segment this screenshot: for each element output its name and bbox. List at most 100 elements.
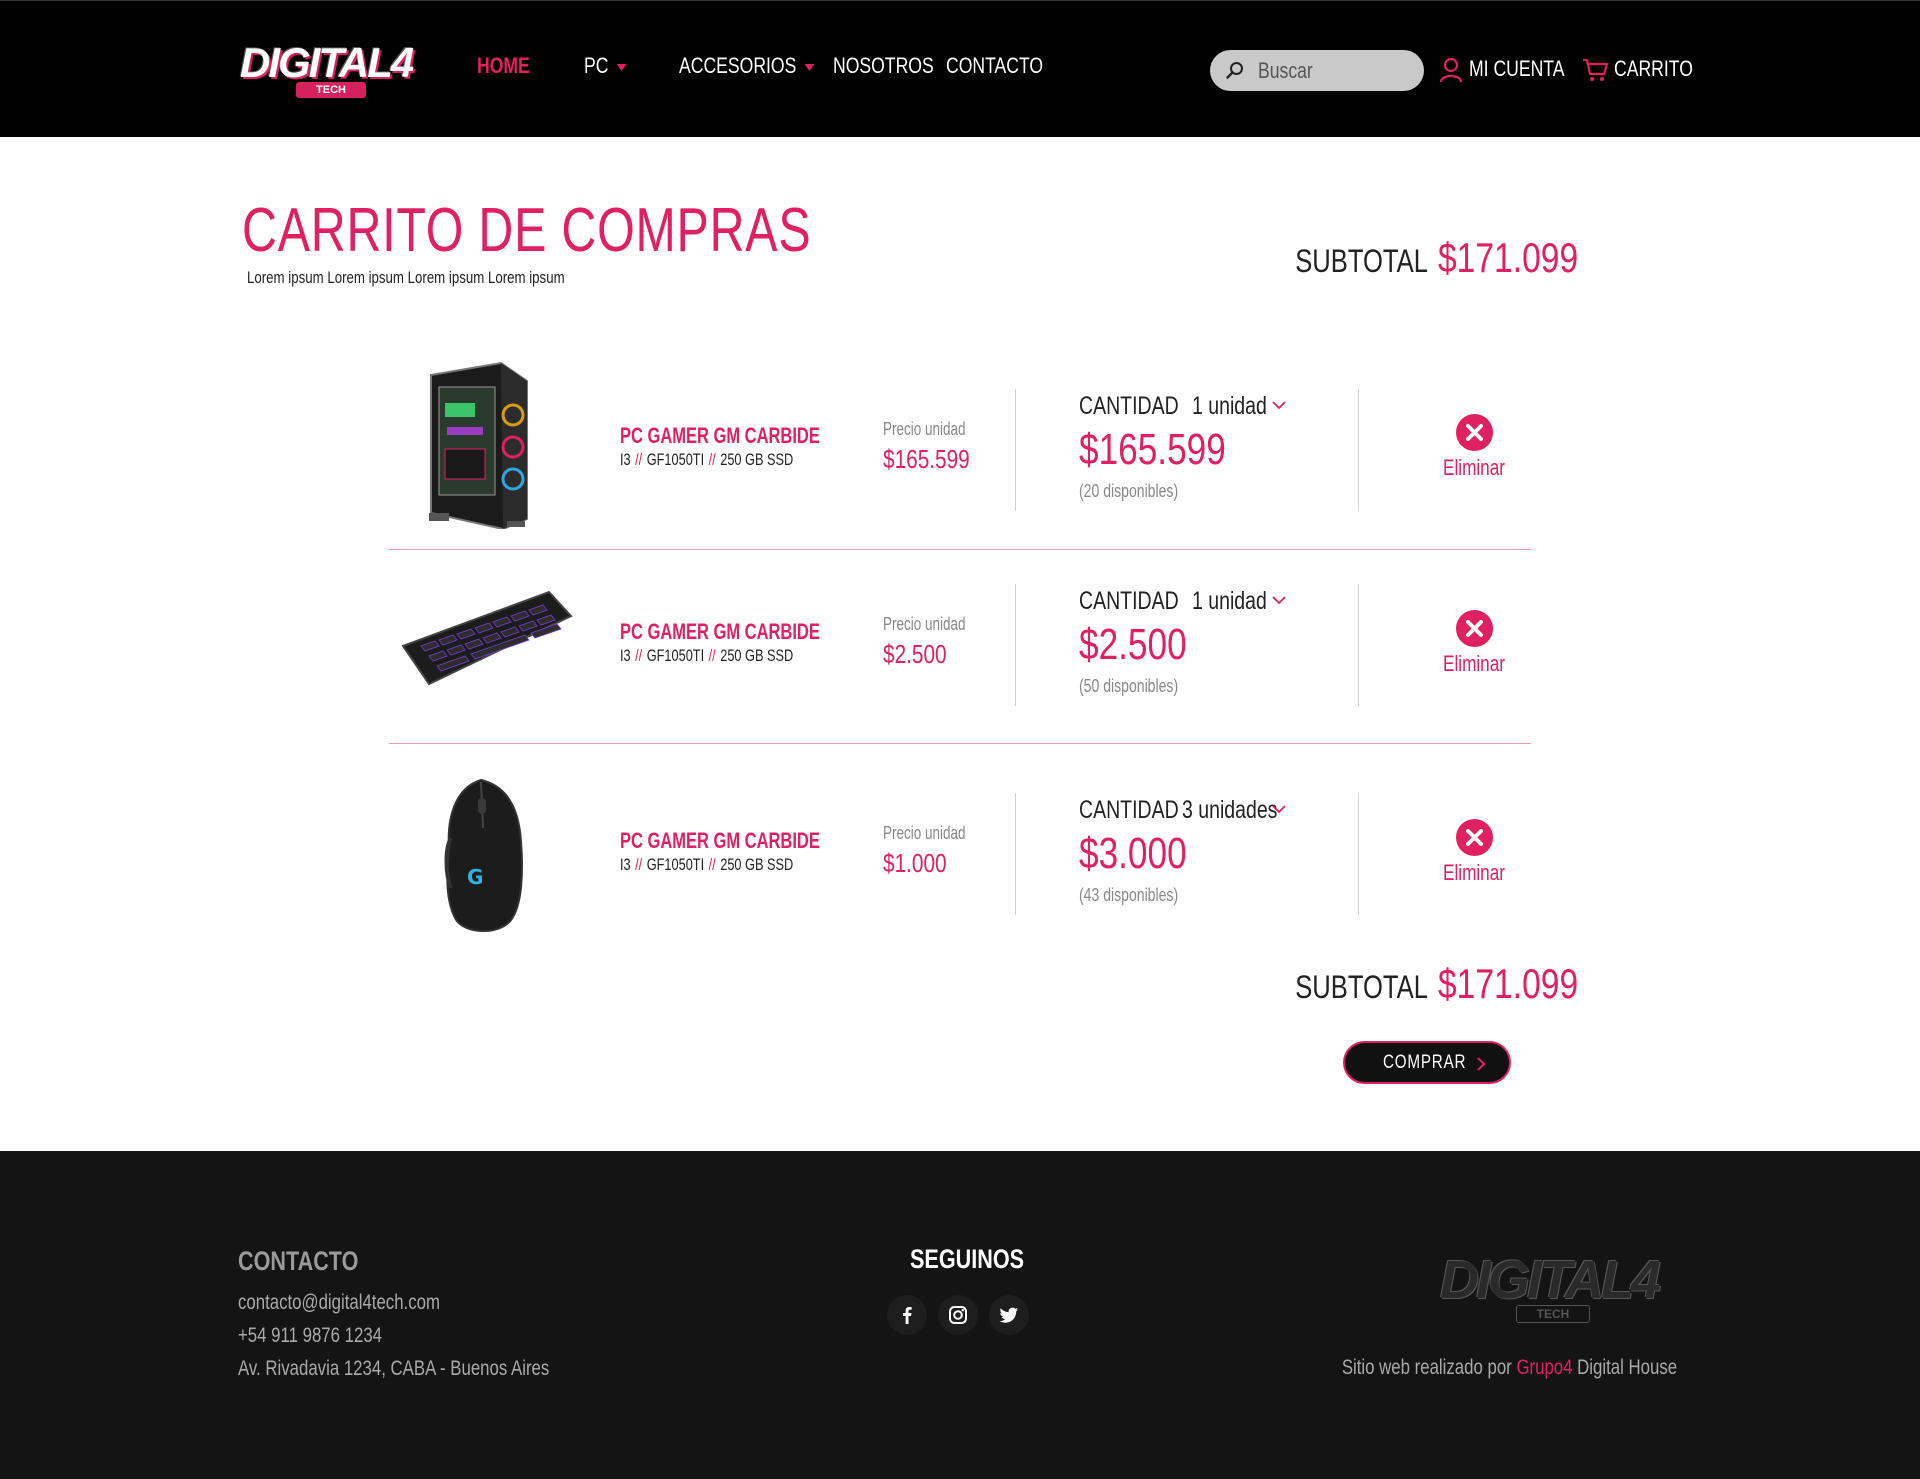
divider (1358, 793, 1359, 915)
nav-pc[interactable]: PC (584, 53, 627, 79)
quantity-value: 3 unidades (1182, 796, 1278, 824)
footer-contact-title: CONTACTO (238, 1246, 359, 1276)
caret-down-icon (804, 63, 814, 71)
quantity-label: CANTIDAD (1079, 796, 1179, 824)
cart-item: PC GAMER GM CARBIDE I3//GF1050TI//250 GB… (389, 357, 1531, 550)
close-circle-icon (1455, 610, 1493, 647)
spec-separator: // (708, 855, 716, 874)
delete-button[interactable]: Eliminar (1429, 414, 1519, 481)
footer-credits: Sitio web realizado por Grupo4 Digital H… (1342, 1356, 1677, 1380)
quantity-select[interactable]: 1 unidad (1192, 587, 1288, 616)
spec-separator: // (635, 646, 643, 665)
nav-accesorios[interactable]: ACCESORIOS (679, 53, 814, 79)
product-spec: I3//GF1050TI//250 GB SSD (620, 855, 793, 875)
cart-link[interactable]: CARRITO (1582, 56, 1713, 82)
spec-cpu: I3 (620, 450, 631, 469)
chevron-down-icon (1272, 596, 1286, 605)
site-logo[interactable]: DIGITAL4 TECH (236, 37, 422, 101)
subtotal-bottom: SUBTOTAL $171.099 (1262, 960, 1614, 1008)
product-name[interactable]: PC GAMER GM CARBIDE (620, 619, 820, 645)
nav-accesorios-label: ACCESORIOS (679, 53, 797, 78)
divider (1015, 389, 1016, 511)
quantity-label: CANTIDAD (1079, 587, 1179, 615)
unit-price-label: Precio unidad (883, 419, 966, 439)
delete-label: Eliminar (1443, 651, 1505, 676)
product-name[interactable]: PC GAMER GM CARBIDE (620, 828, 820, 854)
facebook-button[interactable] (887, 1295, 927, 1335)
spec-separator: // (708, 646, 716, 665)
twitter-icon (999, 1307, 1018, 1323)
product-name[interactable]: PC GAMER GM CARBIDE (620, 423, 820, 449)
unit-price-value: $1.000 (883, 848, 947, 878)
nav-contacto[interactable]: CONTACTO (946, 53, 1043, 79)
chevron-right-icon (1477, 1057, 1486, 1071)
spec-gpu: GF1050TI (646, 450, 705, 469)
quantity-value: 1 unidad (1192, 392, 1267, 420)
footer-address: Av. Rivadavia 1234, CABA - Buenos Aires (238, 1357, 550, 1380)
spec-separator: // (635, 855, 643, 874)
pc-case-image (429, 361, 528, 529)
account-link[interactable]: MI CUENTA (1439, 56, 1588, 83)
cart-label: CARRITO (1614, 56, 1693, 81)
spec-gpu: GF1050TI (646, 646, 705, 665)
search-input[interactable] (1258, 56, 1378, 85)
divider (1015, 584, 1016, 706)
spec-storage: 250 GB SSD (720, 855, 794, 874)
caret-down-icon (616, 63, 627, 71)
nav-nosotros[interactable]: NOSOTROS (833, 53, 934, 79)
item-availability: (43 disponibles) (1079, 885, 1179, 905)
delete-label: Eliminar (1443, 860, 1505, 885)
instagram-icon (949, 1306, 967, 1324)
spec-gpu: GF1050TI (646, 855, 705, 874)
credits-prefix: Sitio web realizado por (1341, 1356, 1512, 1379)
spec-cpu: I3 (620, 855, 631, 874)
product-spec: I3//GF1050TI//250 GB SSD (620, 450, 793, 470)
divider (1358, 389, 1359, 511)
nav-pc-label: PC (584, 53, 609, 78)
facebook-icon (903, 1307, 912, 1324)
subtotal-label: SUBTOTAL (1295, 969, 1428, 1005)
credits-suffix: Digital House (1577, 1356, 1677, 1379)
quantity-select[interactable]: 1 unidad (1192, 392, 1288, 421)
buy-button[interactable]: COMPRAR (1343, 1041, 1511, 1084)
footer-logo: DIGITAL4 TECH (1440, 1249, 1661, 1325)
site-header: DIGITAL4 TECH HOME PC ACCESORIOS NOSOTRO… (0, 0, 1920, 137)
logo-text: DIGITAL4 (240, 39, 414, 86)
footer-email[interactable]: contacto@digital4tech.com (238, 1291, 440, 1315)
item-availability: (20 disponibles) (1079, 481, 1179, 501)
delete-button[interactable]: Eliminar (1429, 819, 1519, 886)
spec-separator: // (635, 450, 643, 469)
twitter-button[interactable] (989, 1295, 1029, 1335)
spec-separator: // (708, 450, 716, 469)
unit-price-value: $2.500 (883, 639, 947, 669)
spec-storage: 250 GB SSD (720, 450, 794, 469)
buy-label: COMPRAR (1383, 1052, 1467, 1073)
footer-phone: +54 911 9876 1234 (238, 1324, 383, 1347)
delete-button[interactable]: Eliminar (1429, 610, 1519, 677)
subtotal-top: SUBTOTAL $171.099 (1262, 234, 1614, 282)
footer-logo-text: DIGITAL4 (1440, 1250, 1661, 1310)
search-icon (1226, 62, 1243, 79)
chevron-down-icon (1272, 805, 1286, 814)
unit-price-label: Precio unidad (883, 823, 966, 843)
user-icon (1439, 58, 1463, 83)
cart-item: PC GAMER GM CARBIDE I3//GF1050TI//250 GB… (389, 550, 1531, 744)
subtotal-label: SUBTOTAL (1295, 243, 1428, 279)
chevron-down-icon (1272, 401, 1286, 410)
credits-group-link[interactable]: Grupo4 (1516, 1356, 1572, 1379)
subtotal-value: $171.099 (1438, 960, 1579, 1007)
spec-cpu: I3 (620, 646, 631, 665)
nav-home[interactable]: HOME (477, 53, 530, 79)
svg-text:G: G (467, 865, 483, 889)
unit-price-label: Precio unidad (883, 614, 966, 634)
instagram-button[interactable] (938, 1295, 978, 1335)
logo-tag: TECH (296, 82, 366, 98)
mouse-image: G (444, 778, 523, 933)
page-subtitle: Lorem ipsum Lorem ipsum Lorem ipsum Lore… (247, 268, 565, 287)
keyboard-image (401, 590, 573, 686)
footer-follow-title: SEGUINOS (910, 1244, 1025, 1274)
quantity-select[interactable]: 3 unidades (1182, 796, 1304, 825)
page-title: CARRITO DE COMPRAS (242, 196, 812, 265)
cart-icon (1583, 59, 1609, 82)
delete-label: Eliminar (1443, 455, 1505, 480)
